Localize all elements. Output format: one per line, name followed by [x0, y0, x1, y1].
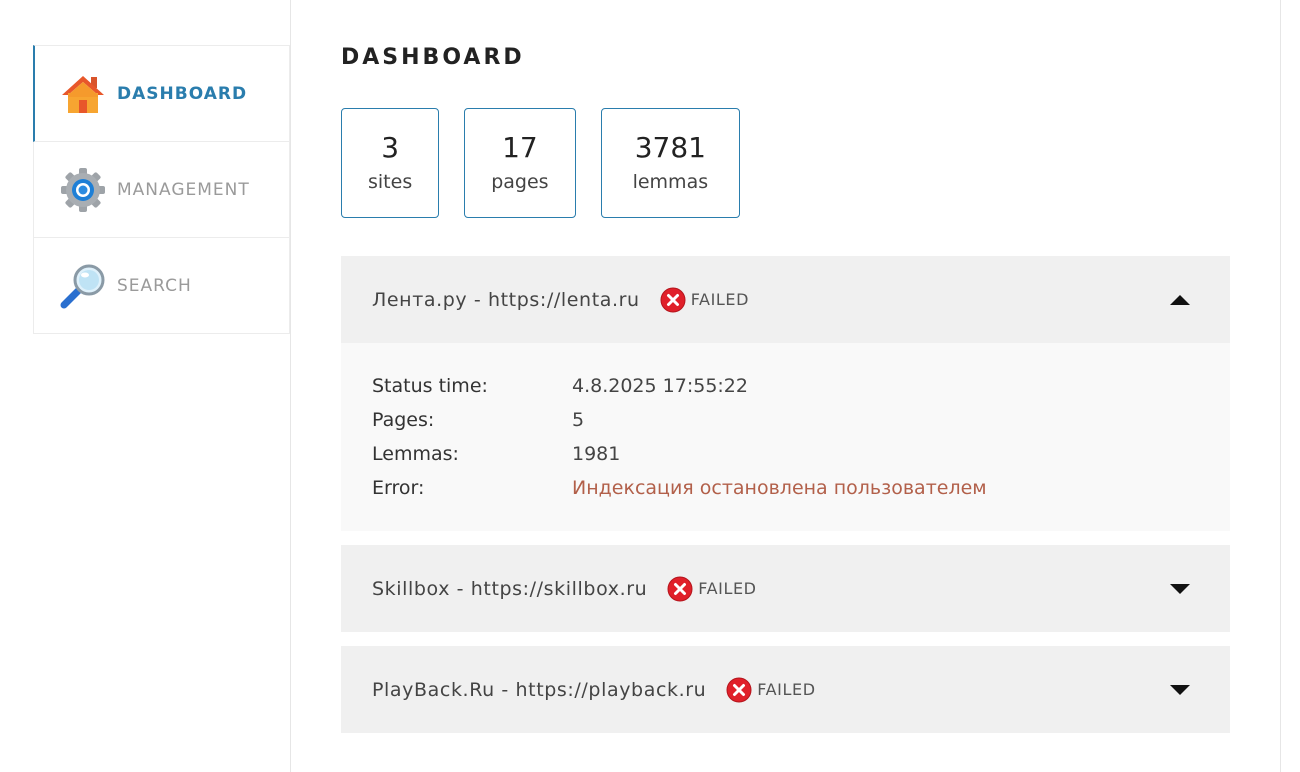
failed-icon: [660, 287, 686, 313]
page-title: DASHBOARD: [341, 45, 525, 70]
detail-row-error: Error: Индексация остановлена пользовате…: [372, 471, 1199, 505]
sidebar-item-dashboard[interactable]: DASHBOARD: [33, 45, 290, 142]
stat-lemmas: 3781 lemmas: [600, 108, 741, 218]
status-text: FAILED: [690, 290, 750, 309]
detail-label: Status time:: [372, 375, 488, 397]
right-divider: [1280, 0, 1281, 772]
stat-value: 3: [381, 131, 400, 164]
chevron-up-icon[interactable]: [1170, 294, 1190, 305]
detail-row-status-time: Status time: 4.8.2025 17:55:22: [372, 369, 1199, 403]
failed-icon: [726, 677, 752, 703]
detail-label: Lemmas:: [372, 443, 459, 465]
stat-label: sites: [368, 171, 413, 193]
status-text: FAILED: [757, 680, 816, 699]
stat-label: lemmas: [632, 171, 709, 193]
site-header-lenta[interactable]: Лента.ру - https://lenta.ru FAILED: [341, 256, 1230, 343]
site-name: Skillbox - https://skillbox.ru: [372, 577, 648, 600]
sidebar: DASHBOARD MANAGEMENT SEARCH: [33, 45, 290, 334]
stat-label: pages: [491, 171, 549, 193]
site-header-playback[interactable]: PlayBack.Ru - https://playback.ru FAILED: [341, 646, 1230, 733]
sidebar-item-label: DASHBOARD: [117, 83, 248, 104]
sidebar-item-label: MANAGEMENT: [117, 179, 250, 200]
site-item: Лента.ру - https://lenta.ru FAILED Statu…: [341, 256, 1230, 531]
site-name: PlayBack.Ru - https://playback.ru: [372, 678, 707, 701]
sites-list: Лента.ру - https://lenta.ru FAILED Statu…: [341, 256, 1230, 747]
sidebar-divider: [290, 0, 291, 772]
status-badge: FAILED: [726, 677, 815, 703]
detail-value: 5: [572, 409, 585, 431]
status-badge: FAILED: [660, 287, 749, 313]
failed-icon: [667, 576, 693, 602]
detail-label: Error:: [372, 477, 425, 499]
detail-label: Pages:: [372, 409, 435, 431]
sidebar-item-management[interactable]: MANAGEMENT: [33, 142, 290, 238]
sidebar-item-search[interactable]: SEARCH: [33, 238, 290, 334]
site-item: Skillbox - https://skillbox.ru FAILED: [341, 545, 1230, 632]
site-details: Status time: 4.8.2025 17:55:22 Pages: 5 …: [341, 343, 1230, 531]
stat-sites: 3 sites: [341, 108, 440, 218]
chevron-down-icon[interactable]: [1170, 583, 1190, 594]
sidebar-item-label: SEARCH: [117, 275, 192, 296]
status-badge: FAILED: [667, 576, 756, 602]
site-name: Лента.ру - https://lenta.ru: [372, 288, 640, 311]
gear-icon: [59, 166, 107, 214]
stats-panel: 3 sites 17 pages 3781 lemmas: [341, 108, 741, 218]
detail-row-lemmas: Lemmas: 1981: [372, 437, 1199, 471]
stat-value: 3781: [634, 131, 706, 164]
detail-value: 4.8.2025 17:55:22: [572, 375, 748, 397]
home-icon: [59, 70, 107, 118]
chevron-down-icon[interactable]: [1170, 684, 1190, 695]
stat-value: 17: [502, 131, 538, 164]
status-text: FAILED: [698, 579, 757, 598]
detail-value: 1981: [572, 443, 621, 465]
magnifier-icon: [59, 262, 107, 310]
stat-pages: 17 pages: [464, 108, 576, 218]
error-message: Индексация остановлена пользователем: [572, 477, 987, 499]
site-header-skillbox[interactable]: Skillbox - https://skillbox.ru FAILED: [341, 545, 1230, 632]
site-item: PlayBack.Ru - https://playback.ru FAILED: [341, 646, 1230, 733]
detail-row-pages: Pages: 5: [372, 403, 1199, 437]
